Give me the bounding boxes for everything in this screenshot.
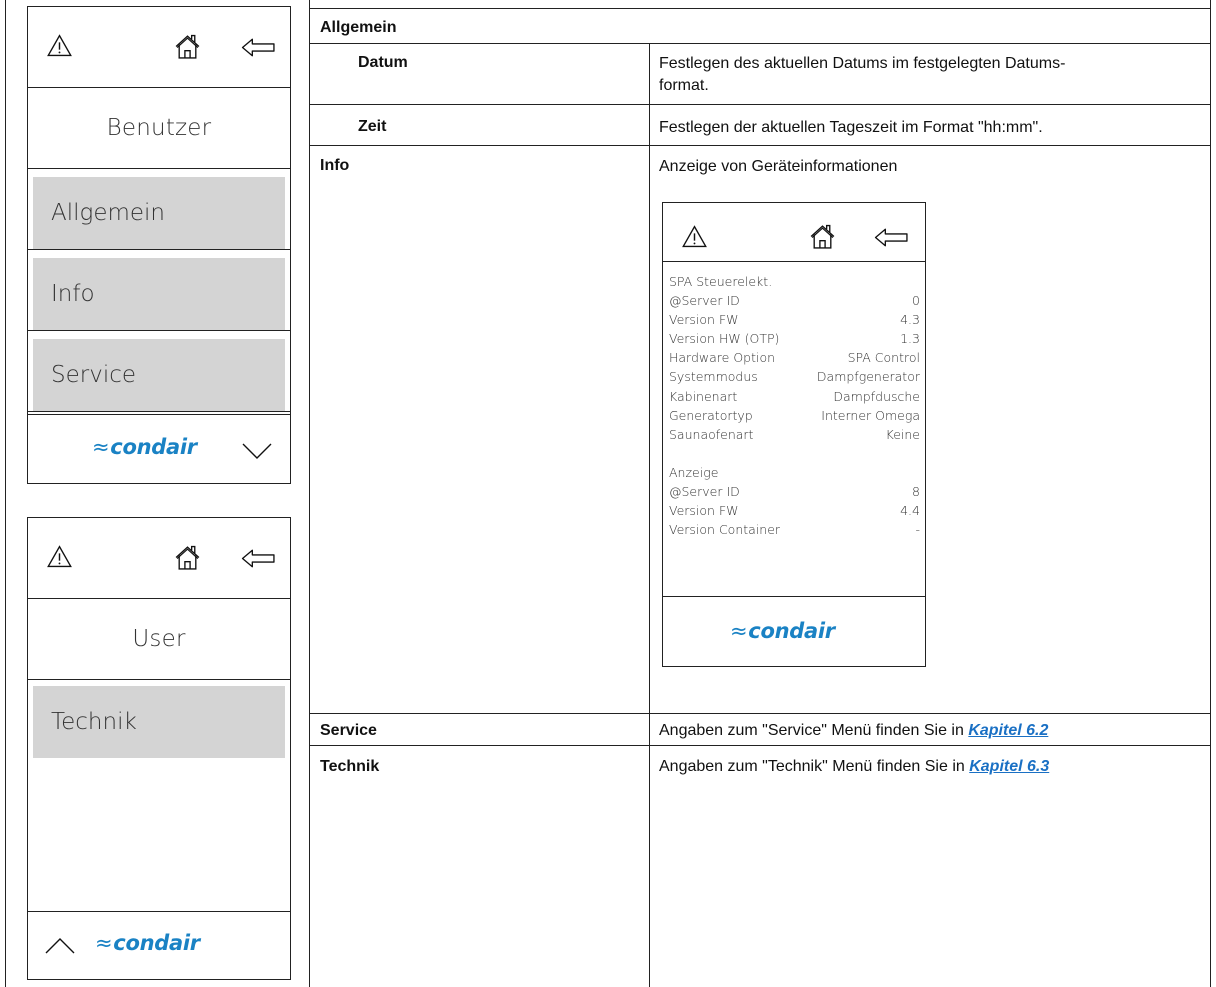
info-row: @Server ID 0 — [669, 291, 920, 310]
row-description: Festlegen des aktuellen Datums im festge… — [659, 55, 1066, 94]
row-description: Anzeige von Geräteinformationen — [659, 158, 898, 175]
warning-icon[interactable] — [682, 225, 707, 248]
info-label: Generatortyp — [669, 407, 753, 423]
info-label: @Server ID — [669, 293, 740, 309]
info-value: Dampfgenerator — [816, 369, 920, 385]
settings-table: Allgemein Datum Festlegen des aktuellen … — [310, 0, 1211, 987]
info-row: Saunaofenart Keine — [669, 425, 920, 444]
screen-header — [663, 203, 925, 262]
info-label: Version FW — [669, 312, 739, 328]
info-label: Version HW (OTP) — [669, 331, 780, 347]
row-name: Datum — [358, 54, 408, 71]
info-row: Generatortyp Interner Omega — [669, 406, 920, 425]
warning-icon[interactable] — [47, 545, 72, 568]
row-name: Zeit — [358, 118, 387, 135]
info-label: Saunaofenart — [669, 426, 754, 442]
info-row: Kabinenart Dampfdusche — [669, 387, 920, 406]
info-label: Kabinenart — [669, 388, 738, 404]
back-arrow-icon[interactable] — [241, 37, 276, 58]
info-value: Interner Omega — [821, 407, 920, 423]
info-value: 8 — [912, 483, 920, 499]
info-value: Keine — [885, 426, 920, 442]
table-row: Info Anzeige von Geräteinformationen SPA… — [310, 145, 1210, 714]
device-screen-user: User Technik ≈condair — [27, 517, 291, 980]
table-row: Technik Angaben zum "Technik" Menü finde… — [310, 745, 1210, 987]
info-value: - — [915, 522, 920, 538]
table-row: Datum Festlegen des aktuellen Datums im … — [310, 43, 1210, 105]
info-value: SPA Control — [847, 350, 920, 366]
menu-item-service[interactable]: Service — [33, 339, 285, 411]
row-name: Info — [320, 157, 350, 174]
section-title: Allgemein — [320, 19, 397, 36]
info-value: 1.3 — [900, 331, 920, 347]
screen-footer: ≈condair — [28, 414, 290, 483]
screen-footer: ≈condair — [28, 911, 290, 979]
condair-logo: ≈condair — [92, 435, 197, 459]
info-label: Version FW — [669, 503, 739, 519]
info-label: Systemmodus — [669, 369, 758, 385]
group-title: SPA Steuerelekt. — [669, 274, 773, 289]
back-arrow-icon[interactable] — [241, 548, 276, 569]
row-description: Angaben zum "Service" Menü finden Sie in… — [659, 720, 1200, 742]
info-value: 4.4 — [900, 503, 920, 519]
table-row: Service Angaben zum "Service" Menü finde… — [310, 713, 1210, 746]
condair-logo: ≈condair — [730, 619, 835, 643]
home-icon[interactable] — [174, 544, 201, 571]
table-section-row: Allgemein — [310, 8, 1210, 44]
menu-row: Service — [28, 331, 290, 412]
info-row: Version Container - — [669, 520, 920, 539]
description-text: Angaben zum "Technik" Menü finden Sie in — [659, 758, 970, 775]
menu-row: Allgemein — [28, 169, 290, 250]
device-screen-benutzer: Benutzer Allgemein Info Service ≈condair — [27, 6, 291, 484]
device-info-screen: SPA Steuerelekt. @Server ID 0 Version FW 4… — [662, 202, 926, 667]
link-kapitel-6-2[interactable]: Kapitel 6.2 — [968, 722, 1048, 739]
row-name: Service — [320, 722, 377, 739]
chevron-down-icon[interactable] — [242, 443, 272, 459]
info-row: Hardware Option SPA Control — [669, 348, 920, 367]
info-value: 0 — [912, 293, 920, 309]
menu-item-info[interactable]: Info — [33, 258, 285, 330]
info-row: Version HW (OTP) 1.3 — [669, 329, 920, 348]
screen-title: Benutzer — [28, 88, 290, 169]
menu-item-allgemein[interactable]: Allgemein — [33, 177, 285, 249]
info-value: 4.3 — [900, 312, 920, 328]
row-name: Technik — [320, 758, 380, 775]
menu-row: Technik — [28, 680, 290, 758]
screen-header — [28, 7, 290, 88]
screen-footer: ≈condair — [663, 597, 925, 667]
info-list: SPA Steuerelekt. @Server ID 0 Version FW 4… — [663, 262, 925, 597]
link-kapitel-6-3[interactable]: Kapitel 6.3 — [969, 758, 1049, 775]
home-icon[interactable] — [174, 33, 201, 60]
screen-header — [28, 518, 290, 599]
screen-title: User — [28, 599, 290, 680]
condair-logo: ≈condair — [95, 931, 200, 955]
info-label: Hardware Option — [669, 350, 776, 366]
info-row: Version FW 4.3 — [669, 310, 920, 329]
description-text: Angaben zum "Service" Menü finden Sie in — [659, 722, 969, 739]
info-row: @Server ID 8 — [669, 482, 920, 501]
menu-item-technik[interactable]: Technik — [33, 686, 285, 758]
info-label: Version Container — [669, 522, 781, 538]
chevron-up-icon[interactable] — [45, 938, 75, 954]
home-icon[interactable] — [809, 223, 836, 250]
info-value: Dampfdusche — [833, 388, 920, 404]
info-label: @Server ID — [669, 483, 740, 499]
warning-icon[interactable] — [47, 34, 72, 57]
group-title: Anzeige — [669, 464, 719, 480]
info-row: Systemmodus Dampfgenerator — [669, 367, 920, 386]
menu-row: Info — [28, 250, 290, 331]
row-description: Angaben zum "Technik" Menü finden Sie in… — [659, 756, 1200, 778]
back-arrow-icon[interactable] — [874, 227, 909, 248]
table-row: Zeit Festlegen der aktuellen Tageszeit i… — [310, 104, 1210, 146]
info-row: Version FW 4.4 — [669, 501, 920, 520]
row-description: Festlegen der aktuellen Tageszeit im For… — [659, 119, 1043, 136]
